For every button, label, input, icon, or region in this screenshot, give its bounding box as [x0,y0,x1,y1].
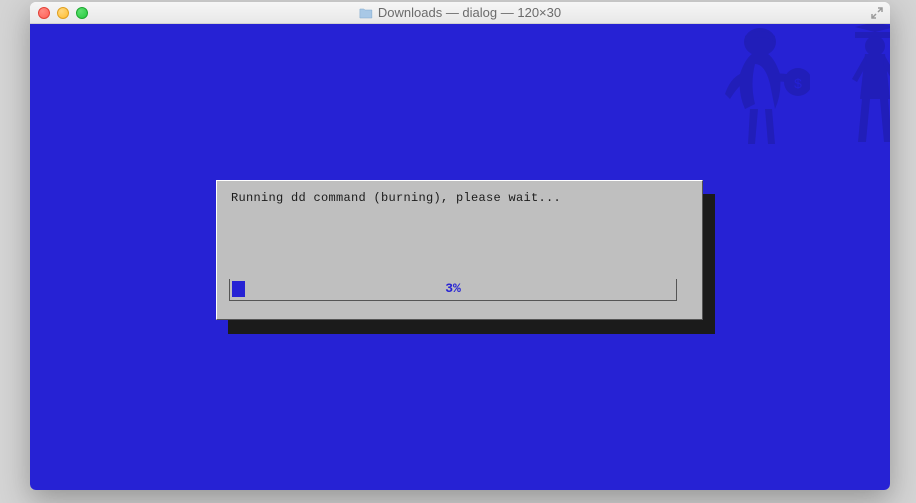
minimize-button[interactable] [57,7,69,19]
folder-icon [359,7,373,19]
window-title: Downloads — dialog — 120×30 [359,5,561,20]
window-title-text: Downloads — dialog — 120×30 [378,5,561,20]
background-silhouette-graduate [830,24,890,154]
maximize-button[interactable] [76,7,88,19]
dialog-message: Running dd command (burning), please wai… [231,191,688,205]
terminal-body[interactable]: $ [30,24,890,490]
progress-bar-fill [232,281,245,297]
background-silhouette-robber: $ [710,24,810,164]
terminal-window: Downloads — dialog — 120×30 $ [30,2,890,490]
close-button[interactable] [38,7,50,19]
progress-track: 3% [229,279,677,301]
fullscreen-icon[interactable] [870,6,884,20]
traffic-lights [38,7,88,19]
svg-text:$: $ [794,77,802,93]
progress-percent-label: 3% [441,281,465,296]
dialog-box: Running dd command (burning), please wai… [216,180,703,320]
progress-container: 3% [229,279,677,301]
titlebar[interactable]: Downloads — dialog — 120×30 [30,2,890,24]
